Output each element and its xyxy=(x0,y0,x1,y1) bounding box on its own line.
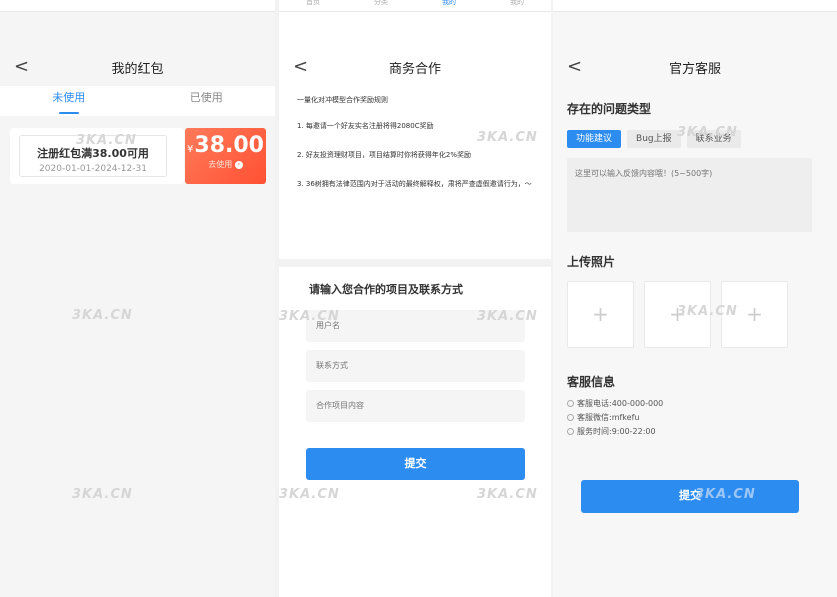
watermark: 3KA.CN xyxy=(695,487,756,502)
navbar: < 我的红包 xyxy=(0,50,275,84)
coupon-value[interactable]: ¥38.00 去使用 › xyxy=(185,128,266,184)
reward-rules: 一量化对冲模型合作奖励规则 1. 每邀请一个好友实名注册将得2080C奖励 2.… xyxy=(297,95,547,208)
tab-used[interactable]: 已使用 xyxy=(138,86,276,116)
contact-hours: 服务时间:9:00-22:00 xyxy=(567,426,663,437)
project-content-input[interactable] xyxy=(306,390,525,422)
navbar: < 官方客服 xyxy=(553,50,837,84)
page-title: 商务合作 xyxy=(388,61,441,77)
screens: < 我的红包 未使用 已使用 注册红包满38.00可用 2020-01-01-2… xyxy=(0,0,837,597)
contact-info: 客服电话:400-000-000 客服微信:mfkefu 服务时间:9:00-2… xyxy=(567,398,663,440)
back-icon[interactable]: < xyxy=(293,56,308,77)
clock-icon xyxy=(567,428,574,435)
form-title: 请输入您合作的项目及联系方式 xyxy=(309,283,463,296)
back-icon[interactable]: < xyxy=(567,56,582,77)
watermark: 3KA.CN xyxy=(677,125,738,140)
rule-item: 3. 36树拥有法律范围内对于活动的最终解释权，肃将严查虚假邀请行为，～ xyxy=(297,180,532,188)
contact-wechat: 客服微信:mfkefu xyxy=(567,412,663,423)
top-strip xyxy=(0,0,275,12)
top-strip: 首页 分类 我的 我的 xyxy=(279,0,551,12)
watermark: 3KA.CN xyxy=(477,487,538,502)
tabbar-item[interactable]: 首页 xyxy=(306,0,320,8)
tabbar-item[interactable]: 分类 xyxy=(374,0,388,8)
contact-input[interactable] xyxy=(306,350,525,382)
phone-icon xyxy=(567,400,574,407)
rules-heading: 一量化对冲模型合作奖励规则 xyxy=(297,96,388,104)
watermark: 3KA.CN xyxy=(677,304,738,319)
tab-unused[interactable]: 未使用 xyxy=(0,86,138,116)
business-screen: 首页 分类 我的 我的 < 商务合作 一量化对冲模型合作奖励规则 1. 每邀请一… xyxy=(279,0,551,597)
coupon-card: 注册红包满38.00可用 2020-01-01-2024-12-31 ¥38.0… xyxy=(10,128,266,184)
rule-item: 2. 好友投资理财项目，项目结算时你将获得年化2%奖励 xyxy=(297,151,472,159)
use-coupon-button[interactable]: 去使用 › xyxy=(185,159,266,170)
page-title: 官方客服 xyxy=(668,61,721,77)
upload-title: 上传照片 xyxy=(567,255,616,269)
tabbar-item[interactable]: 我的 xyxy=(510,0,524,8)
wechat-icon xyxy=(567,414,574,421)
service-screen: < 官方客服 存在的问题类型 功能建议 Bug上报 联系业务 上传照片 + + … xyxy=(553,0,837,597)
chip-bug-report[interactable]: Bug上报 xyxy=(627,130,681,148)
coupon-tabs: 未使用 已使用 xyxy=(0,86,275,116)
use-coupon-label: 去使用 xyxy=(208,160,233,169)
submit-button[interactable]: 提交 xyxy=(306,448,525,480)
arrow-right-icon: › xyxy=(234,160,243,169)
upload-photo-button[interactable]: + xyxy=(567,281,634,348)
contact-phone: 客服电话:400-000-000 xyxy=(567,398,663,409)
feedback-textarea[interactable] xyxy=(567,158,812,232)
watermark: 3KA.CN xyxy=(279,487,340,502)
divider xyxy=(279,259,551,267)
watermark: 3KA.CN xyxy=(477,130,538,145)
issue-type-title: 存在的问题类型 xyxy=(567,102,652,116)
page-title: 我的红包 xyxy=(111,61,164,77)
bottom-tabbar-remnant: 首页 分类 我的 我的 xyxy=(279,0,551,8)
coupons-screen: < 我的红包 未使用 已使用 注册红包满38.00可用 2020-01-01-2… xyxy=(0,0,275,597)
currency-symbol: ¥ xyxy=(187,144,194,155)
contact-phone-text: 客服电话:400-000-000 xyxy=(577,399,664,408)
coupon-amount: 38.00 xyxy=(194,133,264,158)
coupon-amount-line: ¥38.00 xyxy=(185,133,266,158)
coupon-validity: 2020-01-01-2024-12-31 xyxy=(39,164,147,174)
top-strip xyxy=(553,0,837,12)
contact-wechat-text: 客服微信:mfkefu xyxy=(577,413,640,422)
navbar: < 商务合作 xyxy=(279,50,551,84)
watermark: 3KA.CN xyxy=(279,309,340,324)
submit-button[interactable]: 提交 xyxy=(581,480,799,513)
watermark: 3KA.CN xyxy=(72,308,133,323)
watermark: 3KA.CN xyxy=(477,309,538,324)
contact-title: 客服信息 xyxy=(567,375,616,389)
contact-hours-text: 服务时间:9:00-22:00 xyxy=(577,427,656,436)
watermark: 3KA.CN xyxy=(72,487,133,502)
tabbar-item[interactable]: 我的 xyxy=(442,0,456,8)
chip-feature-suggestion[interactable]: 功能建议 xyxy=(567,130,622,148)
watermark: 3KA.CN xyxy=(76,133,137,148)
back-icon[interactable]: < xyxy=(14,56,29,77)
